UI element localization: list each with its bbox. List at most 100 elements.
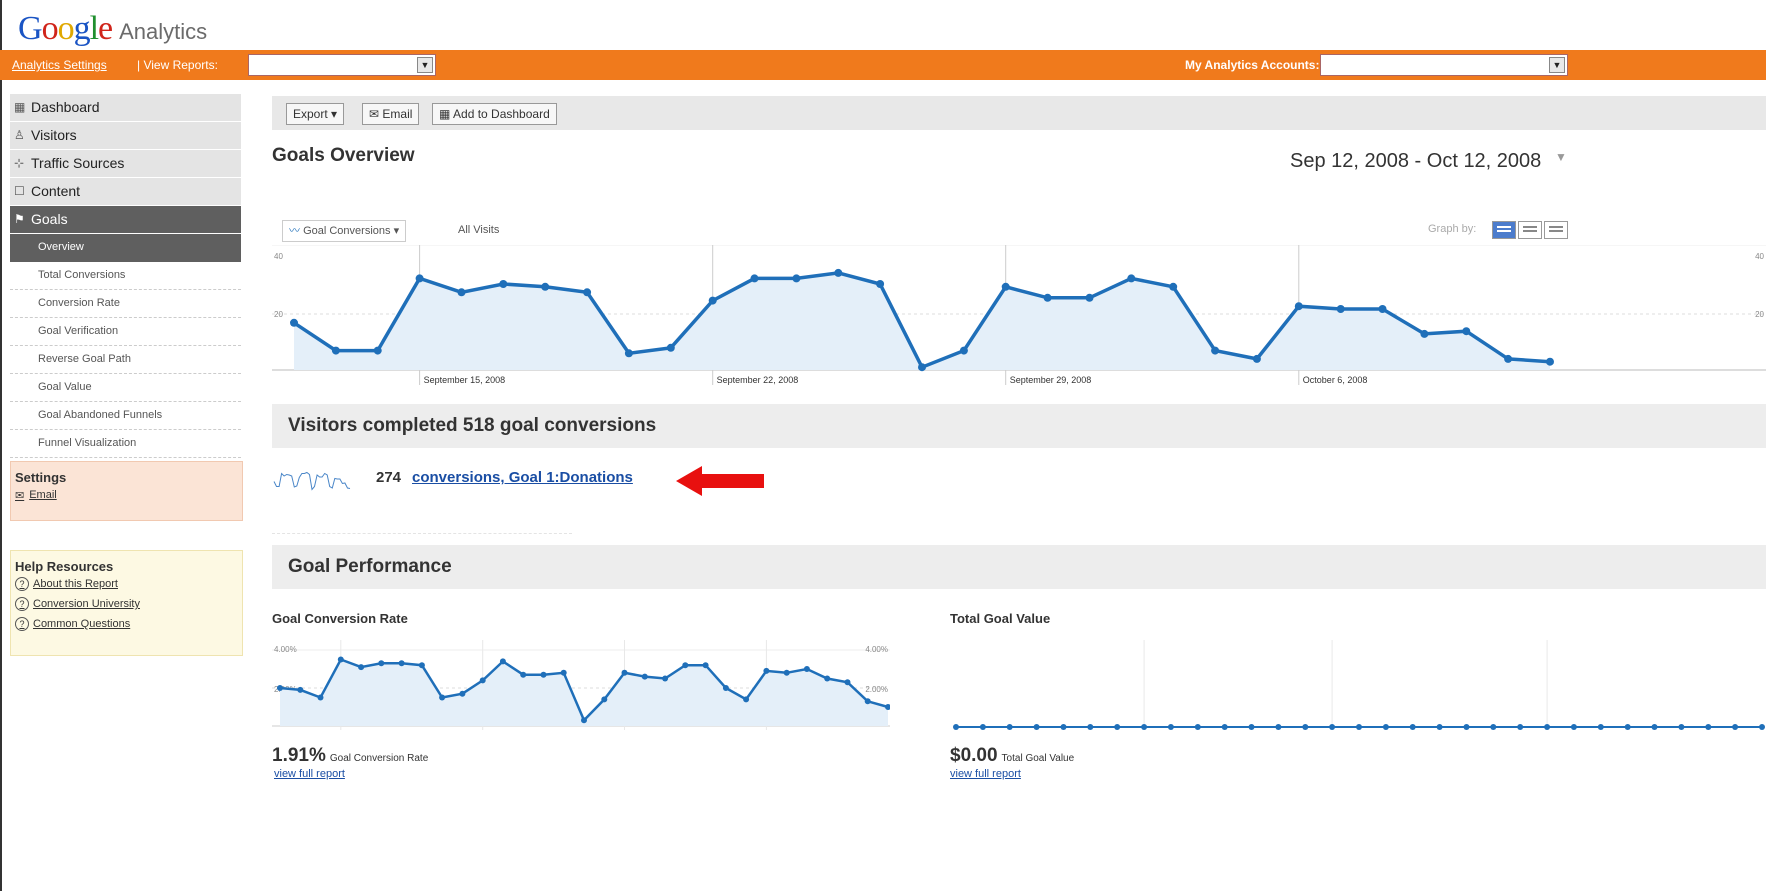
data-point[interactable] xyxy=(373,346,382,355)
sidebar-subitem-total-conversions[interactable]: Total Conversions xyxy=(10,262,241,290)
data-point[interactable] xyxy=(621,669,628,676)
view-reports-select[interactable]: ▼ xyxy=(248,54,436,76)
data-point[interactable] xyxy=(337,656,344,663)
data-point[interactable] xyxy=(398,660,405,667)
data-point[interactable] xyxy=(540,671,547,678)
data-point[interactable] xyxy=(1294,302,1303,311)
graph-by-day-icon[interactable] xyxy=(1492,221,1516,239)
data-point[interactable] xyxy=(953,724,959,730)
data-point[interactable] xyxy=(499,280,508,288)
view-full-report-link[interactable]: view full report xyxy=(950,768,1021,780)
data-point[interactable] xyxy=(1085,293,1094,302)
data-point[interactable] xyxy=(682,662,689,669)
data-point[interactable] xyxy=(1490,724,1497,730)
data-point[interactable] xyxy=(1336,305,1345,313)
data-point[interactable] xyxy=(918,363,926,372)
graph-by-week-icon[interactable] xyxy=(1518,221,1542,239)
sidebar-subitem-conversion-rate[interactable]: Conversion Rate xyxy=(10,290,241,318)
data-point[interactable] xyxy=(1759,724,1765,730)
data-point[interactable] xyxy=(290,318,298,327)
data-point[interactable] xyxy=(876,280,885,288)
data-point[interactable] xyxy=(277,685,283,691)
email-settings-link[interactable]: ✉ Email xyxy=(15,485,242,505)
data-point[interactable] xyxy=(708,296,717,305)
data-point[interactable] xyxy=(1420,329,1429,338)
data-point[interactable] xyxy=(1167,724,1174,730)
graph-metric-selector[interactable]: 〰 Goal Conversions ▾ xyxy=(282,220,407,242)
data-point[interactable] xyxy=(581,717,587,724)
sidebar-subitem-reverse-goal-path[interactable]: Reverse Goal Path xyxy=(10,346,241,374)
data-point[interactable] xyxy=(601,696,608,703)
data-point[interactable] xyxy=(666,343,675,352)
data-point[interactable] xyxy=(583,288,592,297)
data-point[interactable] xyxy=(1732,724,1739,730)
data-point[interactable] xyxy=(415,274,424,283)
data-point[interactable] xyxy=(722,685,729,691)
data-point[interactable] xyxy=(743,696,750,703)
data-point[interactable] xyxy=(1006,724,1013,730)
data-point[interactable] xyxy=(1127,274,1136,283)
data-point[interactable] xyxy=(1705,724,1712,730)
view-full-report-link[interactable]: view full report xyxy=(274,768,345,780)
data-point[interactable] xyxy=(803,666,810,672)
data-point[interactable] xyxy=(763,667,770,674)
data-point[interactable] xyxy=(824,675,831,682)
add-to-dashboard-button[interactable]: ▦ Add to Dashboard xyxy=(432,103,557,125)
data-point[interactable] xyxy=(1651,724,1658,730)
data-point[interactable] xyxy=(1678,724,1685,730)
data-point[interactable] xyxy=(959,346,968,355)
sidebar-item-dashboard[interactable]: ▦ Dashboard xyxy=(10,94,241,122)
data-point[interactable] xyxy=(418,662,425,669)
data-point[interactable] xyxy=(1409,724,1416,730)
email-button[interactable]: ✉ Email xyxy=(362,103,420,125)
about-report-link[interactable]: ? About this Report xyxy=(15,574,242,594)
export-button[interactable]: Export ▾ xyxy=(286,103,345,125)
data-point[interactable] xyxy=(662,675,669,682)
data-point[interactable] xyxy=(1329,724,1336,730)
data-point[interactable] xyxy=(1378,305,1387,313)
data-point[interactable] xyxy=(702,662,709,669)
data-point[interactable] xyxy=(1463,724,1470,730)
sidebar-subitem-goal-value[interactable]: Goal Value xyxy=(10,374,241,402)
data-point[interactable] xyxy=(1033,724,1040,730)
date-range-picker[interactable]: Sep 12, 2008 - Oct 12, 2008 xyxy=(1290,150,1541,173)
chevron-down-icon[interactable]: ▼ xyxy=(1555,150,1567,164)
compare-metric-label[interactable]: All Visits xyxy=(458,224,499,236)
sidebar-item-content[interactable]: ☐ Content xyxy=(10,178,241,206)
data-point[interactable] xyxy=(1060,724,1067,730)
data-point[interactable] xyxy=(1546,357,1554,366)
data-point[interactable] xyxy=(1141,724,1148,730)
data-point[interactable] xyxy=(459,690,466,697)
data-point[interactable] xyxy=(479,677,486,684)
data-point[interactable] xyxy=(439,694,446,701)
data-point[interactable] xyxy=(979,724,986,730)
sidebar-subitem-funnel-visualization[interactable]: Funnel Visualization xyxy=(10,430,241,458)
sidebar-subitem-goal-abandoned-funnels[interactable]: Goal Abandoned Funnels xyxy=(10,402,241,430)
data-point[interactable] xyxy=(499,658,506,665)
data-point[interactable] xyxy=(1570,724,1577,730)
data-point[interactable] xyxy=(1462,327,1471,336)
data-point[interactable] xyxy=(1114,724,1121,730)
data-point[interactable] xyxy=(1624,724,1631,730)
data-point[interactable] xyxy=(834,268,843,277)
data-point[interactable] xyxy=(457,288,466,297)
data-point[interactable] xyxy=(297,686,304,693)
graph-by-month-icon[interactable] xyxy=(1544,221,1568,239)
data-point[interactable] xyxy=(1211,346,1220,355)
sidebar-item-visitors[interactable]: ♙ Visitors xyxy=(10,122,241,150)
goal-donations-link[interactable]: conversions, Goal 1:Donations xyxy=(412,469,633,486)
sidebar-item-goals[interactable]: ⚑ Goals xyxy=(10,206,241,234)
data-point[interactable] xyxy=(624,349,633,358)
data-point[interactable] xyxy=(358,664,365,671)
data-point[interactable] xyxy=(792,274,801,283)
data-point[interactable] xyxy=(1597,724,1604,730)
sidebar-item-traffic-sources[interactable]: ⊹ Traffic Sources xyxy=(10,150,241,178)
data-point[interactable] xyxy=(541,282,550,291)
data-point[interactable] xyxy=(1087,724,1094,730)
data-point[interactable] xyxy=(1504,354,1513,363)
data-point[interactable] xyxy=(520,671,527,678)
data-point[interactable] xyxy=(1382,724,1389,730)
analytics-settings-link[interactable]: Analytics Settings xyxy=(12,58,107,72)
data-point[interactable] xyxy=(317,694,324,701)
data-point[interactable] xyxy=(1043,293,1052,302)
